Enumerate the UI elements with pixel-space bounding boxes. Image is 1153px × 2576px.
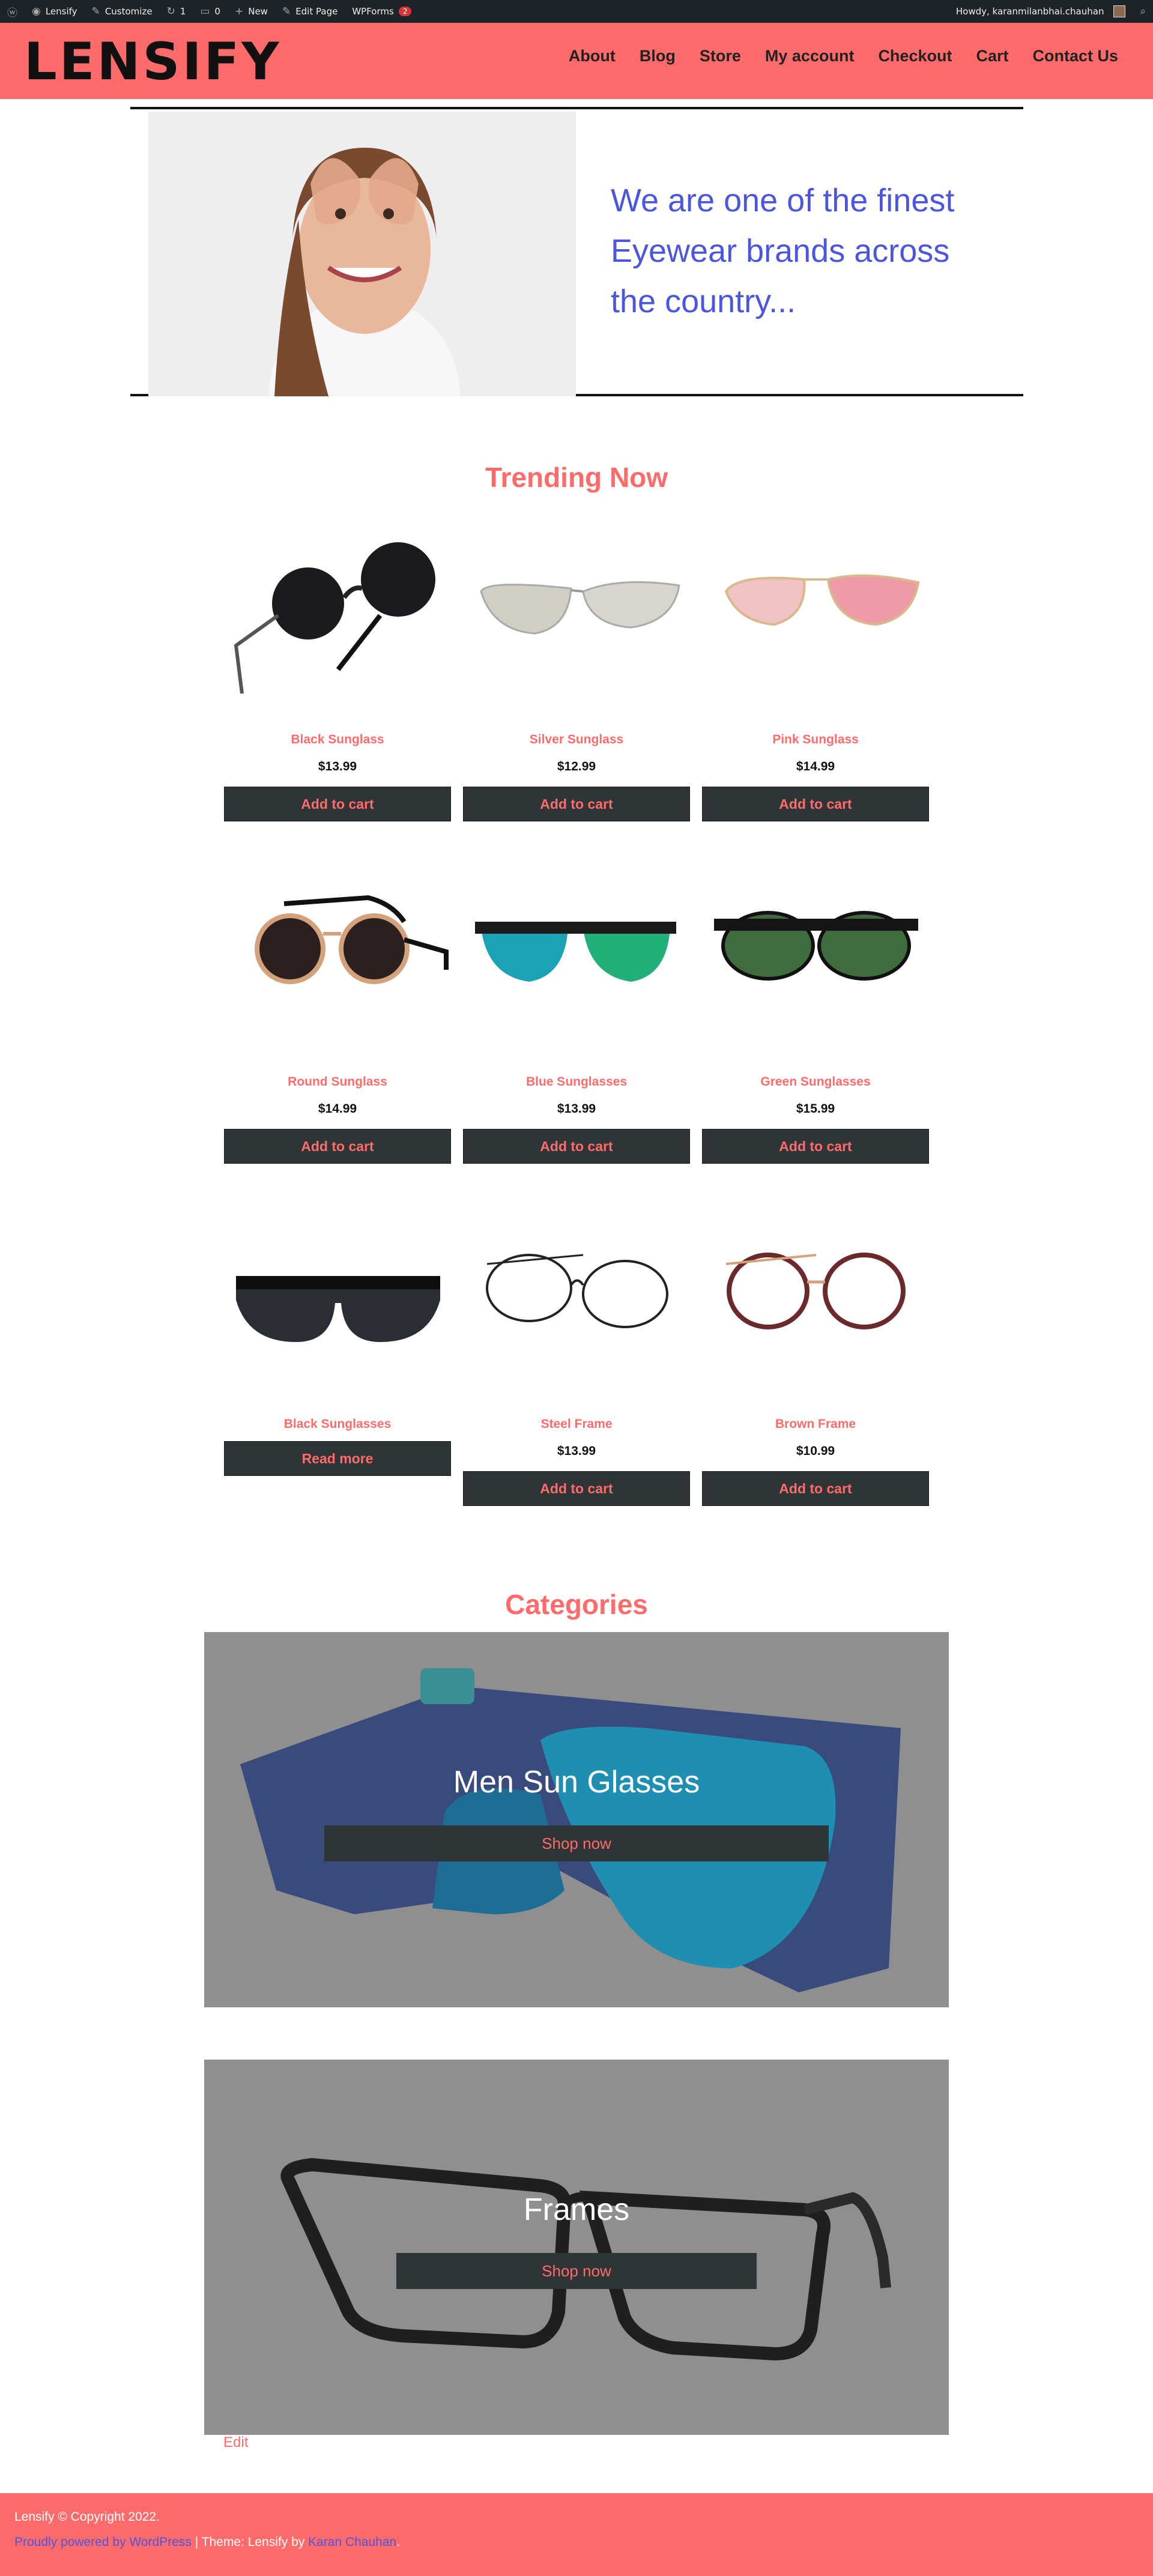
theme-label: | Theme: Lensify by	[191, 2535, 309, 2549]
product-card[interactable]: Pink Sunglass $14.99 Add to cart	[702, 513, 929, 821]
product-price: $14.99	[796, 760, 835, 773]
admin-comments-link[interactable]: ▭ 0	[193, 0, 228, 23]
product-price: $15.99	[796, 1102, 835, 1116]
nav-about[interactable]: About	[569, 47, 616, 65]
product-card[interactable]: Green Sunglasses $15.99 Add to cart	[702, 856, 929, 1164]
product-image[interactable]	[463, 513, 690, 694]
sunglasses-image	[240, 1668, 901, 1992]
product-name[interactable]: Steel Frame	[463, 1417, 690, 1432]
site-footer: Lensify © Copyright 2022. Proudly powere…	[0, 2493, 1153, 2576]
site-header: LENSIFY About Blog Store My account Chec…	[0, 23, 1153, 99]
admin-updates-link[interactable]: ↻ 1	[160, 0, 193, 23]
updates-icon: ↻	[166, 5, 175, 17]
nav-my-account[interactable]: My account	[765, 47, 855, 65]
main-nav: About Blog Store My account Checkout Car…	[569, 47, 1118, 65]
add-to-cart-button[interactable]: Add to cart	[702, 1129, 929, 1164]
product-image[interactable]	[702, 856, 929, 1036]
product-name[interactable]: Brown Frame	[702, 1417, 929, 1432]
product-card[interactable]: Steel Frame $13.99 Add to cart	[463, 1198, 690, 1506]
product-name[interactable]: Round Sunglass	[224, 1075, 451, 1089]
comment-icon: ▭	[200, 5, 210, 17]
admin-account-menu[interactable]: Howdy, karanmilanbhai.chauhan	[949, 0, 1133, 23]
categories-title: Categories	[505, 1589, 648, 1620]
add-to-cart-button[interactable]: Add to cart	[224, 787, 451, 821]
nav-checkout[interactable]: Checkout	[878, 47, 952, 65]
add-to-cart-button[interactable]: Add to cart	[463, 1471, 690, 1506]
nav-cart[interactable]: Cart	[976, 47, 1008, 65]
product-image[interactable]	[224, 513, 451, 694]
product-card[interactable]: Black Sunglass $13.99 Add to cart	[224, 513, 451, 821]
hero-section: We are one of the finest Eyewear brands …	[130, 107, 1023, 396]
product-image[interactable]	[463, 856, 690, 1036]
product-name[interactable]: Green Sunglasses	[702, 1075, 929, 1089]
product-price: $14.99	[318, 1102, 357, 1116]
product-image[interactable]	[463, 1198, 690, 1378]
hero-tagline: We are one of the finest Eyewear brands …	[611, 183, 955, 319]
product-name[interactable]: Black Sunglasses	[224, 1417, 451, 1432]
product-price: $13.99	[557, 1444, 596, 1458]
site-logo[interactable]: LENSIFY	[24, 35, 281, 89]
admin-edit-page-link[interactable]: ✎ Edit Page	[275, 0, 345, 23]
product-card[interactable]: Brown Frame $10.99 Add to cart	[702, 1198, 929, 1506]
product-image[interactable]	[224, 1198, 451, 1378]
wpforms-badge: 2	[398, 7, 412, 16]
product-price: $12.99	[557, 760, 596, 773]
add-to-cart-button[interactable]: Add to cart	[224, 1129, 451, 1164]
footer-credits: Proudly powered by WordPress | Theme: Le…	[14, 2535, 400, 2550]
admin-bar: ⓦ ◉ Lensify ✎ Customize ↻ 1 ▭ 0 + New ✎ Edit P…	[0, 0, 1153, 23]
category-men-sun-glasses[interactable]: Men Sun Glasses Shop now	[204, 1632, 949, 2007]
shop-now-button[interactable]: Shop now	[324, 1825, 829, 1861]
edit-link[interactable]: Edit	[223, 2434, 248, 2451]
footer-end: .	[396, 2535, 401, 2549]
admin-new-link[interactable]: + New	[228, 0, 275, 23]
author-link[interactable]: Karan Chauhan	[308, 2535, 396, 2549]
frames-image	[280, 2157, 891, 2361]
product-card[interactable]: Blue Sunglasses $13.99 Add to cart	[463, 856, 690, 1164]
admin-site-link[interactable]: ◉ Lensify	[25, 0, 85, 23]
product-card[interactable]: Round Sunglass $14.99 Add to cart	[224, 856, 451, 1164]
product-name[interactable]: Black Sunglass	[224, 733, 451, 747]
nav-blog[interactable]: Blog	[640, 47, 676, 65]
add-to-cart-button[interactable]: Add to cart	[463, 1129, 690, 1164]
category-title: Frames	[523, 2192, 630, 2227]
wordpress-link[interactable]: Proudly powered by WordPress	[14, 2535, 192, 2549]
plus-icon: +	[234, 5, 244, 17]
product-price: $10.99	[796, 1444, 835, 1458]
brush-icon: ✎	[91, 5, 100, 17]
wordpress-logo-icon[interactable]: ⓦ	[0, 0, 25, 23]
nav-store[interactable]: Store	[700, 47, 741, 65]
add-to-cart-button[interactable]: Add to cart	[702, 787, 929, 821]
product-name[interactable]: Blue Sunglasses	[463, 1075, 690, 1089]
product-card[interactable]: Silver Sunglass $12.99 Add to cart	[463, 513, 690, 821]
admin-customize-link[interactable]: ✎ Customize	[85, 0, 160, 23]
shop-now-button[interactable]: Shop now	[396, 2253, 757, 2289]
product-image[interactable]	[702, 1198, 929, 1378]
product-image[interactable]	[702, 513, 929, 694]
category-frames[interactable]: Frames Shop now	[204, 2060, 949, 2435]
admin-wpforms-link[interactable]: WPForms 2	[345, 0, 419, 23]
product-card[interactable]: Black Sunglasses Read more	[224, 1198, 451, 1476]
category-title: Men Sun Glasses	[453, 1765, 700, 1800]
trending-title: Trending Now	[485, 462, 668, 493]
avatar	[1113, 5, 1126, 17]
hero-image	[148, 112, 576, 396]
product-image[interactable]	[224, 856, 451, 1036]
nav-contact-us[interactable]: Contact Us	[1032, 47, 1118, 65]
read-more-button[interactable]: Read more	[224, 1441, 451, 1476]
product-name[interactable]: Silver Sunglass	[463, 733, 690, 747]
footer-copyright: Lensify © Copyright 2022.	[14, 2510, 160, 2524]
product-name[interactable]: Pink Sunglass	[702, 733, 929, 747]
pencil-icon: ✎	[282, 5, 291, 17]
dashboard-icon: ◉	[32, 5, 41, 17]
add-to-cart-button[interactable]: Add to cart	[702, 1471, 929, 1506]
product-price: $13.99	[557, 1102, 596, 1116]
admin-search-icon[interactable]: ⌕	[1133, 0, 1153, 23]
add-to-cart-button[interactable]: Add to cart	[463, 787, 690, 821]
product-price: $13.99	[318, 760, 357, 773]
